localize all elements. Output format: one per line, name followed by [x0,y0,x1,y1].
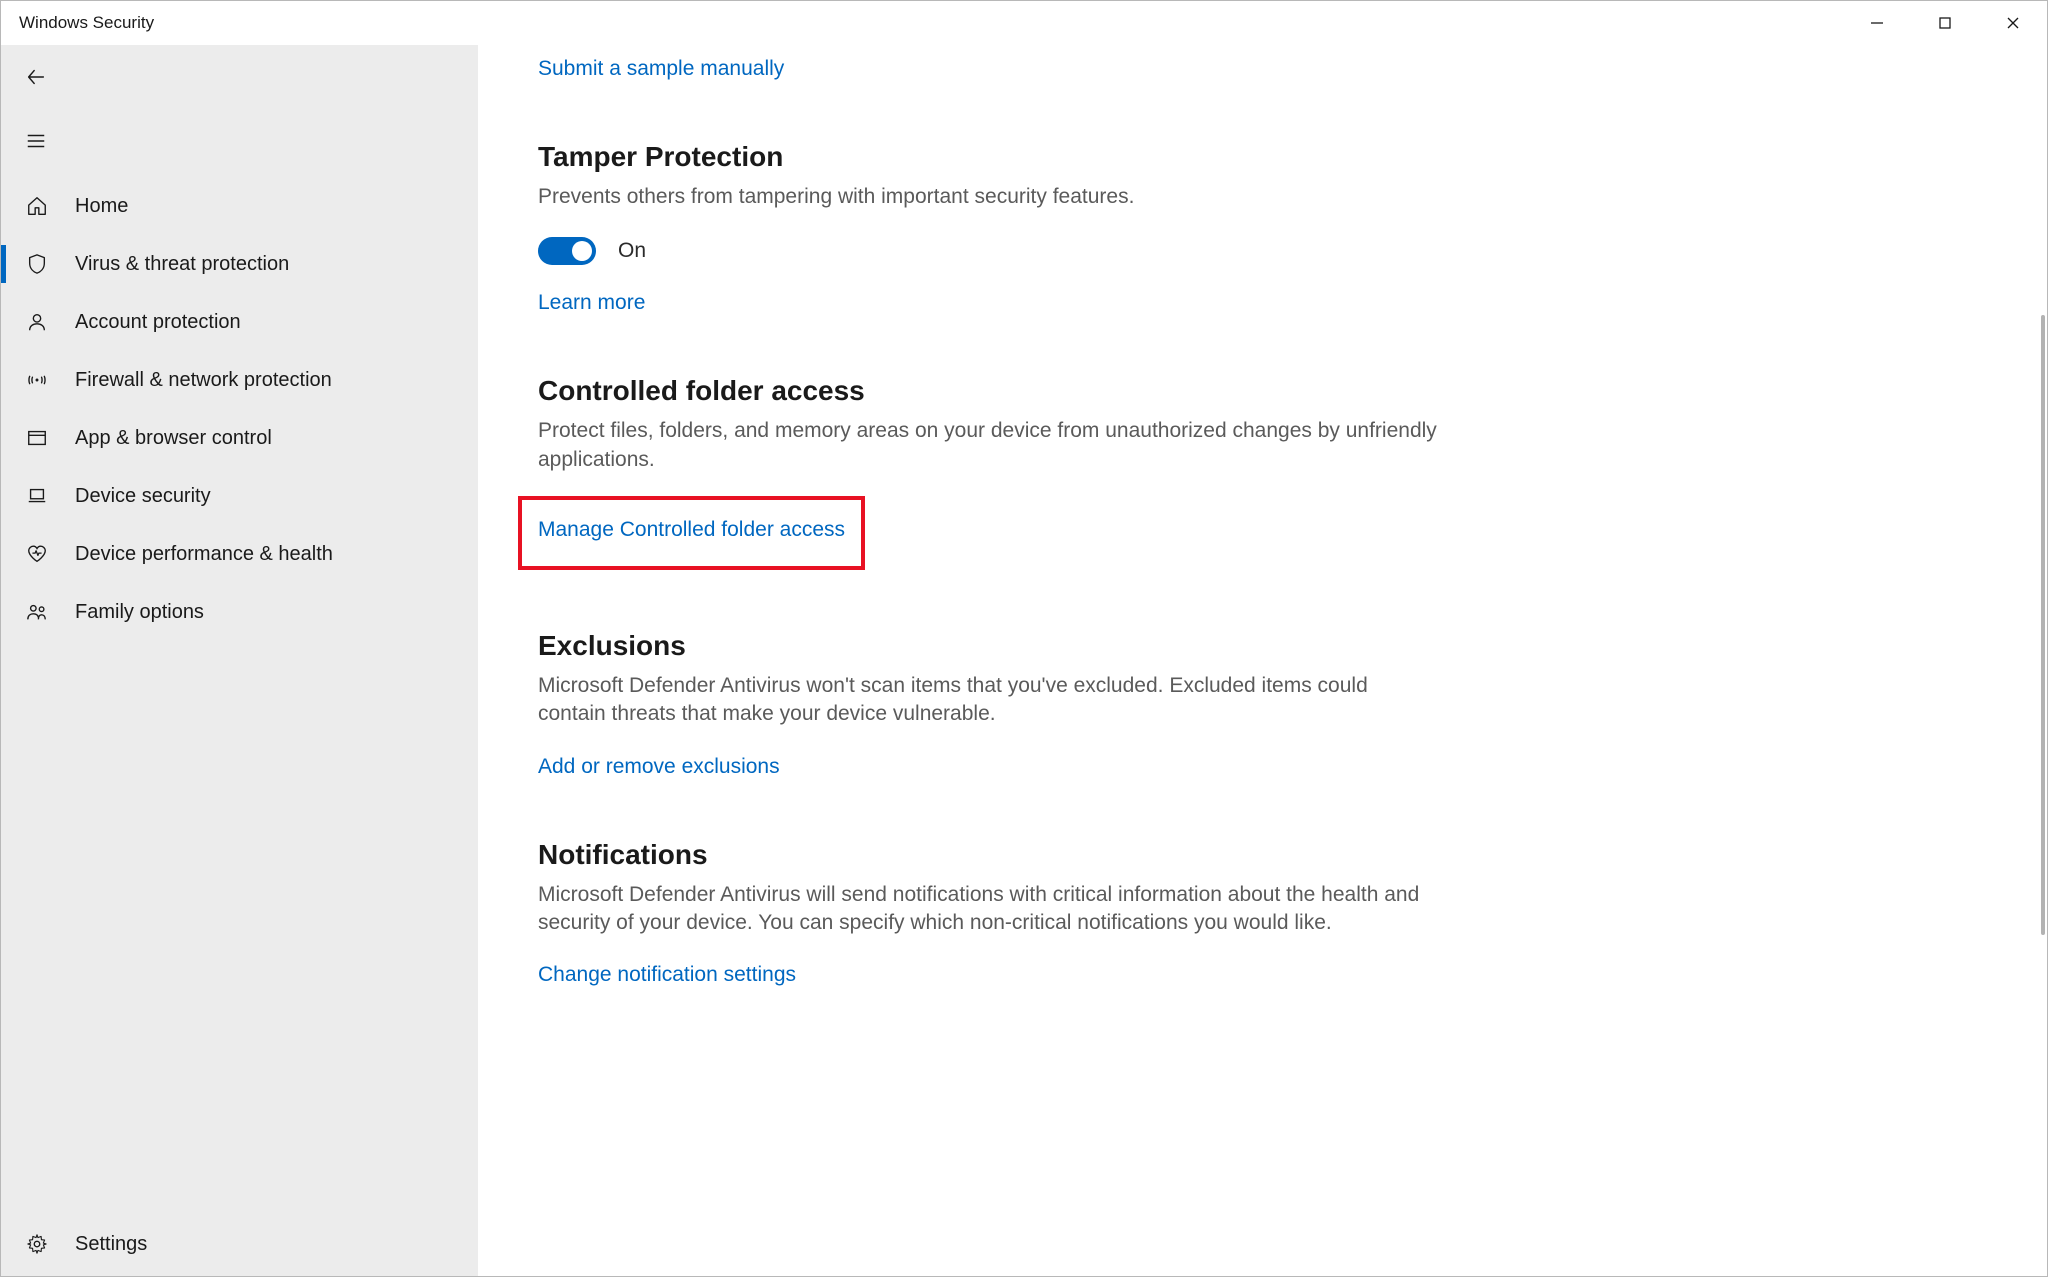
sidebar-item-firewall[interactable]: Firewall & network protection [1,351,478,409]
sidebar-item-device-security[interactable]: Device security [1,467,478,525]
maximize-button[interactable] [1911,1,1979,45]
section-tamper-protection: Tamper Protection Prevents others from t… [538,141,1438,315]
back-arrow-icon [25,66,47,88]
tamper-learn-more-link[interactable]: Learn more [538,291,645,315]
app-window: Windows Security [0,0,2048,1277]
sidebar-item-account[interactable]: Account protection [1,293,478,351]
sidebar-item-settings[interactable]: Settings [1,1212,478,1276]
sidebar-item-app-browser[interactable]: App & browser control [1,409,478,467]
hamburger-button[interactable] [1,109,478,173]
sidebar-item-family[interactable]: Family options [1,583,478,641]
laptop-icon [25,484,49,508]
highlight-annotation: Manage Controlled folder access [518,496,865,570]
sidebar-item-label: Family options [75,601,204,624]
sidebar-item-label: App & browser control [75,427,272,450]
close-icon [2006,16,2020,30]
sidebar-item-label: Device security [75,485,211,508]
sidebar-item-label: Home [75,195,128,218]
gear-icon [25,1232,49,1256]
change-notification-settings-link[interactable]: Change notification settings [538,963,796,987]
tamper-toggle-row: On [538,237,1438,265]
tamper-description: Prevents others from tampering with impo… [538,183,1438,211]
exclusions-heading: Exclusions [538,630,1438,662]
exclusions-description: Microsoft Defender Antivirus won't scan … [538,672,1438,729]
browser-icon [25,426,49,450]
main-panel: Submit a sample manually Tamper Protecti… [478,45,2047,1276]
section-controlled-folder-access: Controlled folder access Protect files, … [538,375,1438,570]
window-title: Windows Security [1,13,154,33]
sidebar-item-label: Firewall & network protection [75,369,332,392]
scrollbar[interactable] [2041,45,2045,1276]
content-area: Submit a sample manually Tamper Protecti… [478,45,1498,1027]
section-exclusions: Exclusions Microsoft Defender Antivirus … [538,630,1438,779]
app-body: Home Virus & threat protection Account p… [1,45,2047,1276]
shield-icon [25,252,49,276]
notifications-heading: Notifications [538,839,1438,871]
tamper-heading: Tamper Protection [538,141,1438,173]
person-icon [25,310,49,334]
sidebar-item-performance[interactable]: Device performance & health [1,525,478,583]
tamper-toggle-state: On [618,239,646,263]
heart-pulse-icon [25,542,49,566]
back-button[interactable] [1,45,478,109]
family-icon [25,600,49,624]
sidebar-item-label: Account protection [75,311,241,334]
sidebar-item-home[interactable]: Home [1,177,478,235]
hamburger-icon [25,130,47,152]
sidebar-item-label: Settings [75,1233,147,1256]
home-icon [25,194,49,218]
maximize-icon [1938,16,1952,30]
sidebar-item-label: Virus & threat protection [75,253,289,276]
notifications-description: Microsoft Defender Antivirus will send n… [538,881,1438,938]
close-button[interactable] [1979,1,2047,45]
submit-sample-link[interactable]: Submit a sample manually [538,57,784,81]
tamper-toggle[interactable] [538,237,596,265]
window-controls [1843,1,2047,45]
sidebar: Home Virus & threat protection Account p… [1,45,478,1276]
sidebar-item-virus-threat[interactable]: Virus & threat protection [1,235,478,293]
titlebar: Windows Security [1,1,2047,45]
minimize-icon [1870,16,1884,30]
sidebar-nav: Home Virus & threat protection Account p… [1,173,478,641]
sidebar-item-label: Device performance & health [75,543,333,566]
cfa-heading: Controlled folder access [538,375,1438,407]
manage-cfa-link[interactable]: Manage Controlled folder access [538,518,845,542]
signal-icon [25,368,49,392]
toggle-knob [572,241,592,261]
add-remove-exclusions-link[interactable]: Add or remove exclusions [538,755,780,779]
minimize-button[interactable] [1843,1,1911,45]
section-notifications: Notifications Microsoft Defender Antivir… [538,839,1438,988]
scrollbar-thumb[interactable] [2041,315,2045,935]
cfa-description: Protect files, folders, and memory areas… [538,417,1438,474]
